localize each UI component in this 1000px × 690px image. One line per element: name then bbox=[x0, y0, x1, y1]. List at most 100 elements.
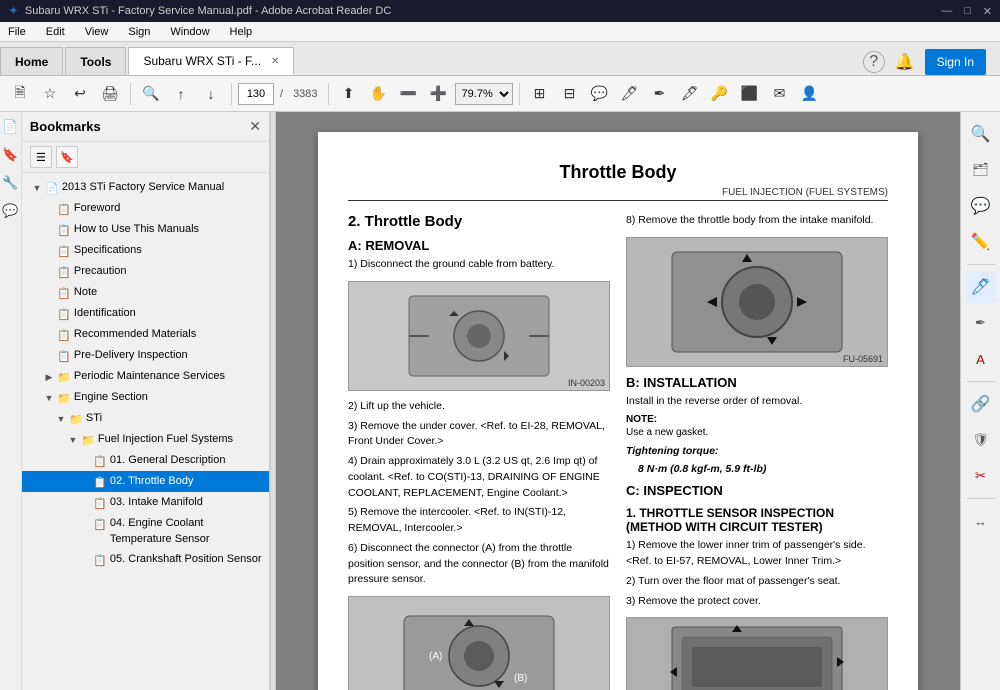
notifications-icon[interactable]: 🔔 bbox=[895, 52, 915, 72]
menu-file[interactable]: File bbox=[4, 26, 30, 38]
pdf-insp1: 1) Remove the lower inner trim of passen… bbox=[626, 538, 888, 570]
menu-edit[interactable]: Edit bbox=[42, 26, 69, 38]
back-button[interactable]: ↩ bbox=[66, 80, 94, 108]
toggle-01-general bbox=[78, 453, 92, 469]
tree-item-periodic[interactable]: ▶ 📁 Periodic Maintenance Services bbox=[22, 366, 269, 387]
menu-sign[interactable]: Sign bbox=[124, 26, 154, 38]
tree-item-note[interactable]: 📋 Note bbox=[22, 282, 269, 303]
toggle-engine[interactable]: ▼ bbox=[42, 390, 56, 406]
minimize-button[interactable]: — bbox=[941, 5, 952, 18]
toggle-periodic[interactable]: ▶ bbox=[42, 369, 56, 385]
hand-tool-button[interactable]: ✋ bbox=[365, 80, 393, 108]
pdf-section-header: FUEL INJECTION (FUEL SYSTEMS) bbox=[348, 187, 888, 201]
sidebar-view-button[interactable]: ☰ bbox=[30, 146, 52, 168]
zoom-out-button[interactable]: 🔍 bbox=[137, 80, 165, 108]
email-button[interactable]: ✉ bbox=[766, 80, 794, 108]
tree-item-identification[interactable]: 📋 Identification bbox=[22, 303, 269, 324]
page-number-input[interactable] bbox=[238, 83, 274, 105]
print-button[interactable]: 🖨 bbox=[96, 80, 124, 108]
tree-item-foreword[interactable]: 📋 Foreword bbox=[22, 198, 269, 219]
stamp-button[interactable]: 🔑 bbox=[706, 80, 734, 108]
right-comment-icon[interactable]: 💬 bbox=[965, 190, 997, 222]
sidebar-tree[interactable]: ▼ 📄 2013 STi Factory Service Manual 📋 Fo… bbox=[22, 173, 269, 690]
label-02-throttle: 02. Throttle Body bbox=[108, 473, 194, 489]
zoom-out-btn2[interactable]: ➖ bbox=[395, 80, 423, 108]
tab-home[interactable]: Home bbox=[0, 47, 63, 75]
label-pre-delivery: Pre-Delivery Inspection bbox=[72, 347, 188, 363]
toggle-note bbox=[42, 285, 56, 301]
help-icon[interactable]: ? bbox=[863, 51, 885, 73]
tree-item-how-to-use[interactable]: 📋 How to Use This Manuals bbox=[22, 219, 269, 240]
thumbnail-button[interactable]: ⊟ bbox=[556, 80, 584, 108]
zoom-dropdown[interactable]: 79.7% bbox=[455, 83, 513, 105]
pdf-viewer[interactable]: Throttle Body FUEL INJECTION (FUEL SYSTE… bbox=[276, 112, 960, 690]
tab-close-button[interactable]: ✕ bbox=[271, 56, 279, 67]
close-button[interactable]: ✕ bbox=[983, 5, 992, 18]
tree-item-fuel-injection[interactable]: ▼ 📁 Fuel Injection Fuel Systems bbox=[22, 429, 269, 450]
tools-icon[interactable]: 🔧 bbox=[0, 172, 20, 194]
tab-tools[interactable]: Tools bbox=[65, 47, 126, 75]
right-organize-icon[interactable]: ↔ bbox=[965, 505, 997, 537]
toggle-pre-delivery bbox=[42, 348, 56, 364]
toggle-sti[interactable]: ▼ bbox=[54, 411, 68, 427]
signature-button[interactable]: 🖋 bbox=[676, 80, 704, 108]
right-annotation-icon[interactable]: 🖊 bbox=[965, 271, 997, 303]
pdf-step1: 1) Disconnect the ground cable from batt… bbox=[348, 257, 610, 273]
sign-in-button[interactable]: Sign In bbox=[925, 49, 986, 75]
toggle-fuel-injection[interactable]: ▼ bbox=[66, 432, 80, 448]
right-text-icon[interactable]: A bbox=[965, 343, 997, 375]
bookmarks-icon-btn[interactable]: 🔖 bbox=[0, 144, 20, 166]
bookmarks-close-button[interactable]: ✕ bbox=[249, 118, 261, 135]
tree-item-04-coolant[interactable]: 📋 04. Engine Coolant Temperature Sensor bbox=[22, 513, 269, 549]
tree-item-recommended[interactable]: 📋 Recommended Materials bbox=[22, 324, 269, 345]
tree-item-root[interactable]: ▼ 📄 2013 STi Factory Service Manual bbox=[22, 177, 269, 198]
menu-help[interactable]: Help bbox=[226, 26, 257, 38]
pdf-h3-inspection: C: INSPECTION bbox=[626, 483, 888, 498]
comment-icon[interactable]: 💬 bbox=[0, 200, 20, 222]
right-fill-sign-icon[interactable]: ✏️ bbox=[965, 226, 997, 258]
tree-item-pre-delivery[interactable]: 📋 Pre-Delivery Inspection bbox=[22, 345, 269, 366]
pdf-note-text: Use a new gasket. bbox=[626, 427, 888, 438]
right-redact-icon[interactable]: ✂ bbox=[965, 460, 997, 492]
draw-button[interactable]: ✒ bbox=[646, 80, 674, 108]
pdf-install-text: Install in the reverse order of removal. bbox=[626, 394, 888, 410]
tree-item-01-general[interactable]: 📋 01. General Description bbox=[22, 450, 269, 471]
previous-page-button[interactable]: ↑ bbox=[167, 80, 195, 108]
tab-document[interactable]: Subaru WRX STi - F... ✕ bbox=[128, 47, 294, 75]
new-file-button[interactable]: 🗎 bbox=[6, 80, 34, 108]
tree-item-specifications[interactable]: 📋 Specifications bbox=[22, 240, 269, 261]
bookmark-button[interactable]: ☆ bbox=[36, 80, 64, 108]
tree-item-sti[interactable]: ▼ 📁 STi bbox=[22, 408, 269, 429]
toggle-specifications bbox=[42, 243, 56, 259]
tree-item-02-throttle[interactable]: 📋 02. Throttle Body bbox=[22, 471, 269, 492]
menu-view[interactable]: View bbox=[81, 26, 113, 38]
fit-page-button[interactable]: ⊞ bbox=[526, 80, 554, 108]
right-search-icon[interactable]: 🔍 bbox=[965, 118, 997, 150]
next-page-button[interactable]: ↓ bbox=[197, 80, 225, 108]
sidebar-bookmark-button[interactable]: 🔖 bbox=[56, 146, 78, 168]
share-button[interactable]: 👤 bbox=[796, 80, 824, 108]
right-sep-1 bbox=[967, 264, 995, 265]
pages-icon[interactable]: 📄 bbox=[0, 116, 20, 138]
pdf-figure-1: IN-00203 bbox=[348, 281, 610, 391]
right-draw-icon[interactable]: ✒ bbox=[965, 307, 997, 339]
pdf-insp3: 3) Remove the protect cover. bbox=[626, 594, 888, 610]
right-protect-icon[interactable]: 🛡 bbox=[965, 424, 997, 456]
redact-button[interactable]: ⬛ bbox=[736, 80, 764, 108]
menu-window[interactable]: Window bbox=[166, 26, 213, 38]
tree-item-03-intake[interactable]: 📋 03. Intake Manifold bbox=[22, 492, 269, 513]
highlight-button[interactable]: 🖊 bbox=[616, 80, 644, 108]
select-tool-button[interactable]: ⬆ bbox=[335, 80, 363, 108]
tree-item-05-crankshaft[interactable]: 📋 05. Crankshaft Position Sensor bbox=[22, 549, 269, 570]
tree-item-engine[interactable]: ▼ 📁 Engine Section bbox=[22, 387, 269, 408]
zoom-in-button[interactable]: ➕ bbox=[425, 80, 453, 108]
pdf-step2: 2) Lift up the vehicle. bbox=[348, 399, 610, 415]
pdf-h3-installation: B: INSTALLATION bbox=[626, 375, 888, 390]
comment-button[interactable]: 💬 bbox=[586, 80, 614, 108]
tab-home-label: Home bbox=[15, 55, 48, 69]
right-tools-icon[interactable]: 🗂 bbox=[965, 154, 997, 186]
right-share-icon[interactable]: 🔗 bbox=[965, 388, 997, 420]
toggle-root[interactable]: ▼ bbox=[30, 180, 44, 196]
maximize-button[interactable]: □ bbox=[964, 5, 971, 18]
tree-item-precaution[interactable]: 📋 Precaution bbox=[22, 261, 269, 282]
